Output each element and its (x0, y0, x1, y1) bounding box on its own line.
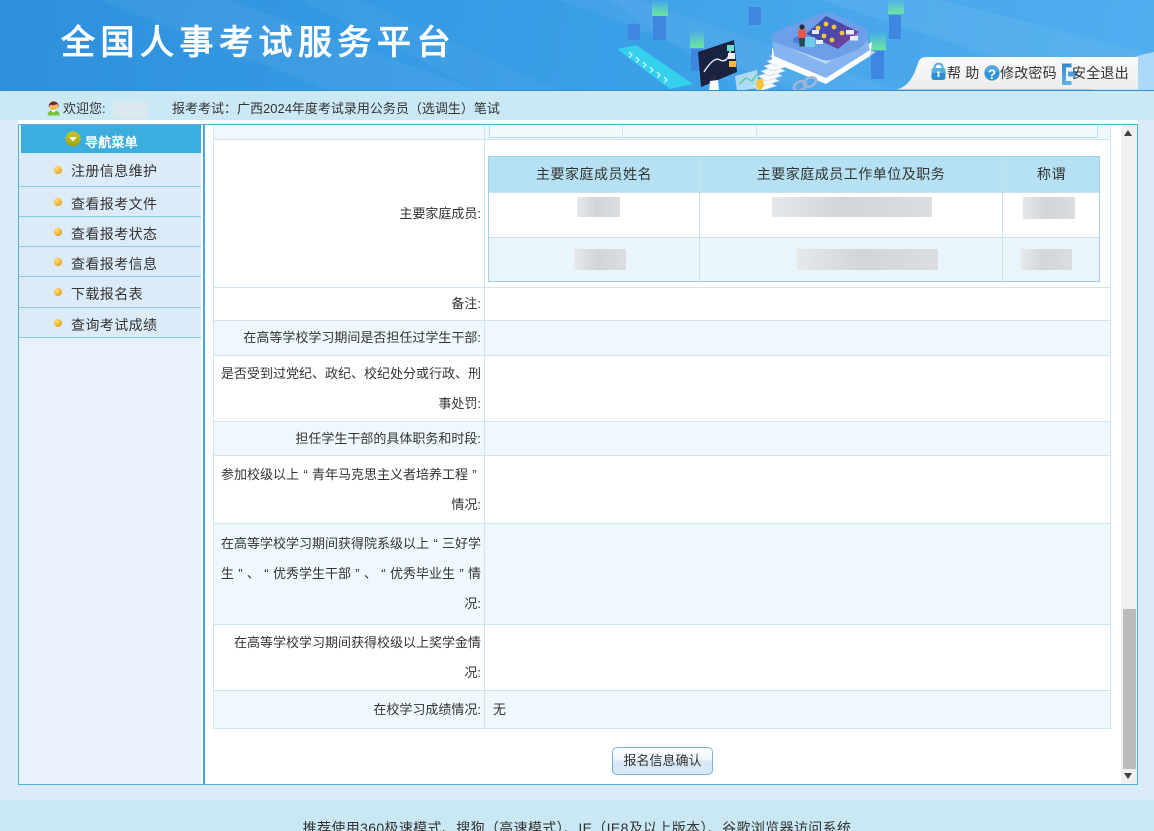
svg-text:?: ? (988, 67, 996, 82)
